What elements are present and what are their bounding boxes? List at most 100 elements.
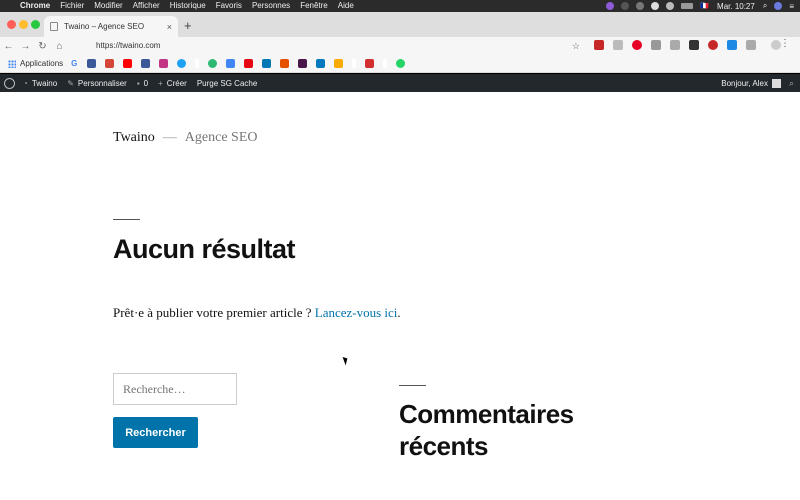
extension-icon[interactable] bbox=[727, 40, 737, 50]
wp-greeting[interactable]: Bonjour, Alex bbox=[721, 79, 768, 88]
tab-close-icon[interactable]: × bbox=[167, 22, 172, 32]
bookmarks-bar: Applications G bbox=[0, 55, 800, 73]
twitter-bookmark-icon[interactable] bbox=[177, 59, 187, 68]
page-title: Aucun résultat bbox=[113, 234, 296, 264]
menu-app-chrome[interactable]: Chrome bbox=[20, 0, 50, 12]
address-bar[interactable]: https://twaino.com ☆ bbox=[84, 39, 584, 53]
heading-divider bbox=[113, 219, 140, 220]
intro-period: . bbox=[397, 305, 401, 320]
whatsapp-bookmark-icon[interactable] bbox=[396, 59, 406, 68]
site-title[interactable]: Twaino bbox=[113, 130, 155, 145]
browser-tab[interactable]: Twaino – Agence SEO × bbox=[44, 16, 178, 37]
intro-text: Prêt·e à publier votre premier article ? bbox=[113, 305, 315, 320]
bookmark-icon[interactable] bbox=[87, 59, 97, 68]
reload-icon[interactable]: ↻ bbox=[34, 41, 51, 52]
wp-purge-cache-link[interactable]: Purge SG Cache bbox=[197, 79, 257, 88]
wp-site-name: Twaino bbox=[31, 78, 58, 88]
menu-historique[interactable]: Historique bbox=[170, 0, 206, 12]
plus-icon: + bbox=[158, 78, 163, 88]
chrome-tab-strip: Twaino – Agence SEO × + bbox=[0, 12, 800, 37]
wp-comments-count: 0 bbox=[143, 78, 149, 88]
translate-bookmark-icon[interactable] bbox=[226, 59, 236, 68]
gmail-bookmark-icon[interactable] bbox=[105, 59, 115, 68]
wp-create-link[interactable]: + Créer bbox=[158, 79, 187, 88]
macos-menu-bar: Chrome Fichier Modifier Afficher Histori… bbox=[0, 0, 800, 12]
widget-divider bbox=[399, 385, 426, 386]
window-minimize-icon[interactable] bbox=[19, 20, 28, 29]
battery-icon[interactable] bbox=[681, 3, 694, 9]
menu-fichier[interactable]: Fichier bbox=[60, 0, 84, 12]
extension-icon[interactable] bbox=[651, 40, 661, 50]
brush-icon: ✎ bbox=[67, 78, 74, 88]
slack-bookmark-icon[interactable] bbox=[298, 59, 308, 68]
menu-modifier[interactable]: Modifier bbox=[94, 0, 122, 12]
search-input[interactable] bbox=[113, 373, 237, 405]
bookmark-icon[interactable] bbox=[280, 59, 290, 68]
back-arrow-icon[interactable]: ← bbox=[0, 41, 17, 52]
instagram-bookmark-icon[interactable] bbox=[159, 59, 169, 68]
bookmark-applications[interactable]: Applications bbox=[20, 59, 63, 68]
menu-fenetre[interactable]: Fenêtre bbox=[300, 0, 328, 12]
bookmark-icon[interactable] bbox=[208, 59, 218, 68]
search-icon[interactable]: ⌕ bbox=[789, 78, 794, 89]
menubar-clock[interactable]: Mar. 10:27 bbox=[717, 2, 755, 11]
no-results-message: Prêt·e à publier votre premier article ?… bbox=[113, 305, 401, 321]
bookmark-icon[interactable] bbox=[365, 59, 375, 68]
extension-icon[interactable] bbox=[613, 40, 623, 50]
menu-aide[interactable]: Aide bbox=[338, 0, 354, 12]
extension-icon[interactable] bbox=[670, 40, 680, 50]
siri-icon[interactable] bbox=[774, 2, 783, 10]
window-zoom-icon[interactable] bbox=[31, 20, 40, 29]
bookmark-spacer bbox=[352, 59, 357, 68]
apps-grid-icon[interactable] bbox=[8, 59, 16, 68]
menu-personnes[interactable]: Personnes bbox=[252, 0, 290, 12]
linkedin-bookmark-icon[interactable] bbox=[262, 59, 272, 68]
dashboard-icon: ◔ bbox=[23, 78, 28, 88]
facebook-bookmark-icon[interactable] bbox=[141, 59, 151, 68]
extension-icon[interactable] bbox=[689, 40, 699, 50]
site-title-separator: — bbox=[162, 130, 177, 145]
wp-admin-bar: ◔ Twaino ✎ Personnaliser ▪ 0 + Créer Pur… bbox=[0, 74, 800, 92]
cloud-icon[interactable] bbox=[651, 2, 660, 10]
wp-comments-link[interactable]: ▪ 0 bbox=[137, 79, 148, 88]
wifi-icon[interactable] bbox=[666, 2, 675, 10]
extension-icon[interactable] bbox=[594, 40, 604, 50]
home-icon[interactable]: ⌂ bbox=[51, 41, 68, 52]
spotlight-icon[interactable]: ⌕ bbox=[763, 1, 767, 11]
mouse-cursor-icon bbox=[342, 355, 350, 366]
trello-bookmark-icon[interactable] bbox=[316, 59, 326, 68]
wp-customize-link[interactable]: ✎ Personnaliser bbox=[67, 79, 127, 88]
notification-center-icon[interactable]: ≡ bbox=[789, 2, 794, 11]
status-app-icon[interactable] bbox=[606, 2, 615, 10]
google-bookmark-icon[interactable]: G bbox=[71, 59, 77, 68]
bookmark-star-icon[interactable]: ☆ bbox=[572, 39, 580, 53]
user-avatar[interactable] bbox=[771, 78, 781, 88]
get-started-link[interactable]: Lancez-vous ici bbox=[315, 305, 398, 320]
page-favicon-icon bbox=[50, 22, 58, 31]
extensions-bar bbox=[594, 40, 790, 50]
search-button[interactable]: Rechercher bbox=[113, 417, 198, 448]
status-app-icon[interactable] bbox=[636, 2, 645, 10]
recent-comments-widget-title: Commentaires récents bbox=[399, 399, 574, 461]
forward-arrow-icon[interactable]: → bbox=[17, 41, 34, 52]
pinterest-extension-icon[interactable] bbox=[632, 40, 642, 50]
extension-icon[interactable] bbox=[746, 40, 756, 50]
new-tab-button[interactable]: + bbox=[184, 18, 192, 33]
chrome-toolbar: ← → ↻ ⌂ https://twaino.com ☆ ⋮ bbox=[0, 37, 800, 55]
status-app-icon[interactable] bbox=[621, 2, 630, 10]
wp-customize-label: Personnaliser bbox=[77, 78, 127, 88]
flag-icon[interactable]: 🇫🇷 bbox=[700, 2, 709, 10]
netflix-bookmark-icon[interactable] bbox=[244, 59, 254, 68]
chrome-menu-icon[interactable]: ⋮ bbox=[780, 38, 790, 49]
extension-icon[interactable] bbox=[708, 40, 718, 50]
youtube-bookmark-icon[interactable] bbox=[123, 59, 133, 68]
bookmark-spacer bbox=[383, 59, 388, 68]
comment-bubble-icon: ▪ bbox=[136, 78, 140, 88]
menu-afficher[interactable]: Afficher bbox=[133, 0, 160, 12]
wp-site-link[interactable]: ◔ Twaino bbox=[23, 79, 57, 88]
analytics-bookmark-icon[interactable] bbox=[334, 59, 344, 68]
wordpress-logo-icon[interactable] bbox=[4, 77, 15, 89]
window-close-icon[interactable] bbox=[7, 20, 16, 29]
menu-favoris[interactable]: Favoris bbox=[216, 0, 242, 12]
address-url: https://twaino.com bbox=[96, 41, 161, 50]
